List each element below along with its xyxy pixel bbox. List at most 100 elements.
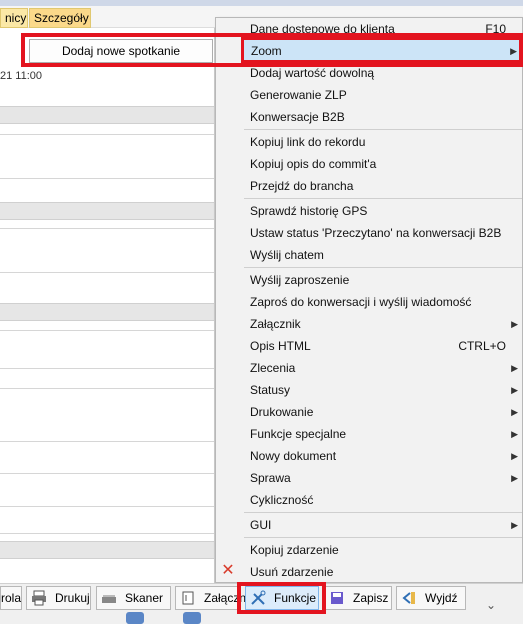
divider — [0, 272, 214, 273]
menu-item-label: Dodaj wartość dowolną — [250, 66, 375, 80]
menu-item-gps-history[interactable]: Sprawdź historię GPS — [242, 200, 522, 222]
menu-item-label: Statusy — [250, 383, 291, 397]
context-menu: Dane dostepowe do klienta F10 Zoom ▶ Dodaj… — [215, 17, 523, 583]
chevron-down-icon[interactable]: ⌄ — [486, 598, 496, 612]
menu-item-special-functions[interactable]: Funkcje specjalne ▶ — [242, 423, 522, 445]
divider — [0, 330, 214, 331]
menu-item-send-chat[interactable]: Wyślij chatem — [242, 244, 522, 266]
button-label: rola — [1, 591, 22, 605]
attachment-icon — [182, 591, 194, 605]
menu-item-b2b[interactable]: Konwersacje B2B — [242, 106, 522, 128]
divider — [0, 228, 214, 229]
divider — [0, 506, 214, 507]
menu-item-label: Kopiuj link do rekordu — [250, 135, 366, 149]
rola-button[interactable]: rola — [0, 586, 22, 610]
menu-item-go-branch[interactable]: Przejdź do brancha — [242, 175, 522, 197]
scanner-icon — [102, 595, 116, 603]
add-meeting-button[interactable]: Dodaj nowe spotkanie — [29, 39, 213, 63]
divider — [0, 473, 214, 474]
menu-item-statuses[interactable]: Statusy ▶ — [242, 379, 522, 401]
submenu-arrow-icon: ▶ — [511, 319, 518, 329]
tab-partial[interactable]: nicy — [0, 8, 28, 28]
menu-item-label: Zoom — [251, 44, 282, 58]
exit-button[interactable]: Wyjdź — [396, 586, 466, 610]
button-label: Funkcje — [274, 591, 317, 605]
menu-item-label: Załącznik — [250, 317, 301, 331]
menu-item-label: Cykliczność — [250, 493, 314, 507]
app-icon — [183, 612, 201, 624]
menu-item-label: Sprawa — [250, 471, 291, 485]
section-band — [0, 202, 214, 220]
section-band — [0, 106, 214, 124]
divider — [0, 178, 214, 179]
menu-item-label: Wyślij chatem — [250, 248, 324, 262]
submenu-arrow-icon: ▶ — [511, 429, 518, 439]
menu-item-access-data[interactable]: Dane dostepowe do klienta F10 — [242, 18, 522, 40]
tab-details[interactable]: Szczegóły — [29, 8, 91, 28]
save-icon — [331, 592, 343, 604]
menu-separator — [244, 537, 522, 538]
exit-icon — [402, 592, 415, 604]
print-button[interactable]: Drukuj — [26, 586, 91, 610]
menu-item-recurrence[interactable]: Cykliczność — [242, 489, 522, 511]
menu-item-shortcut: CTRL+O — [458, 339, 506, 353]
menu-item-label: Dane dostepowe do klienta — [250, 22, 395, 36]
menu-separator — [244, 512, 522, 513]
menu-item-send-invite[interactable]: Wyślij zaproszenie — [242, 269, 522, 291]
menu-item-copy-link[interactable]: Kopiuj link do rekordu — [242, 131, 522, 153]
menu-item-shortcut: F10 — [485, 22, 506, 36]
button-label: Zapisz — [353, 591, 389, 605]
menu-item-attachment[interactable]: Załącznik ▶ — [242, 313, 522, 335]
divider — [0, 533, 214, 534]
menu-item-label: Zaproś do konwersacji i wyślij wiadomość — [250, 295, 472, 309]
divider — [0, 134, 214, 135]
menu-separator — [244, 129, 522, 130]
menu-item-add-value[interactable]: Dodaj wartość dowolną — [242, 62, 522, 84]
menu-item-label: Generowanie ZLP — [250, 88, 347, 102]
section-band — [0, 303, 214, 321]
button-label: Drukuj — [55, 591, 90, 605]
menu-item-new-document[interactable]: Nowy dokument ▶ — [242, 445, 522, 467]
menu-separator — [244, 267, 522, 268]
printer-icon — [32, 590, 46, 606]
menu-item-label: Kopiuj zdarzenie — [250, 543, 339, 557]
menu-item-case[interactable]: Sprawa ▶ — [242, 467, 522, 489]
submenu-arrow-icon: ▶ — [511, 451, 518, 461]
menu-item-gui[interactable]: GUI ▶ — [242, 514, 522, 536]
menu-item-copy-event[interactable]: Kopiuj zdarzenie — [242, 539, 522, 561]
menu-item-label: Drukowanie — [250, 405, 314, 419]
app-icon — [126, 612, 144, 624]
menu-item-label: Przejdź do brancha — [250, 179, 354, 193]
menu-item-label: GUI — [250, 518, 272, 532]
menu-item-zoom[interactable]: Zoom ▶ — [242, 39, 522, 61]
menu-item-label: Funkcje specjalne — [250, 427, 347, 441]
menu-item-printing[interactable]: Drukowanie ▶ — [242, 401, 522, 423]
menu-item-label: Ustaw status 'Przeczytano' na konwersacj… — [250, 226, 502, 240]
menu-item-html-desc[interactable]: Opis HTML CTRL+O — [242, 335, 522, 357]
menu-item-label: Sprawdź historię GPS — [250, 204, 368, 218]
submenu-arrow-icon: ▶ — [511, 520, 518, 530]
meeting-datetime: 21 11:00 — [0, 70, 43, 82]
menu-item-set-read[interactable]: Ustaw status 'Przeczytano' na konwersacj… — [242, 222, 522, 244]
submenu-arrow-icon: ▶ — [510, 46, 517, 56]
divider — [0, 388, 214, 389]
menu-item-delete-event[interactable]: Usuń zdarzenie — [242, 561, 522, 583]
divider — [0, 441, 214, 442]
scanner-button[interactable]: Skaner — [96, 586, 171, 610]
menu-item-invite-conversation[interactable]: Zaproś do konwersacji i wyślij wiadomość — [242, 291, 522, 313]
tools-icon — [251, 590, 266, 605]
menu-separator — [244, 198, 522, 199]
menu-item-orders[interactable]: Zlecenia ▶ — [242, 357, 522, 379]
menu-item-zlp[interactable]: Generowanie ZLP — [242, 84, 522, 106]
menu-item-label: Nowy dokument — [250, 449, 337, 463]
menu-item-label: Usuń zdarzenie — [250, 565, 334, 579]
save-button[interactable]: Zapisz — [324, 586, 392, 610]
menu-item-copy-commit[interactable]: Kopiuj opis do commit'a — [242, 153, 522, 175]
submenu-arrow-icon: ▶ — [511, 473, 518, 483]
button-label: Skaner — [125, 591, 164, 605]
functions-button[interactable]: Funkcje — [245, 586, 319, 610]
attachment-button[interactable]: Załącznik — [175, 586, 255, 610]
section-band — [0, 541, 214, 559]
menu-item-label: Konwersacje B2B — [250, 110, 345, 124]
menu-item-label: Opis HTML — [250, 339, 311, 353]
